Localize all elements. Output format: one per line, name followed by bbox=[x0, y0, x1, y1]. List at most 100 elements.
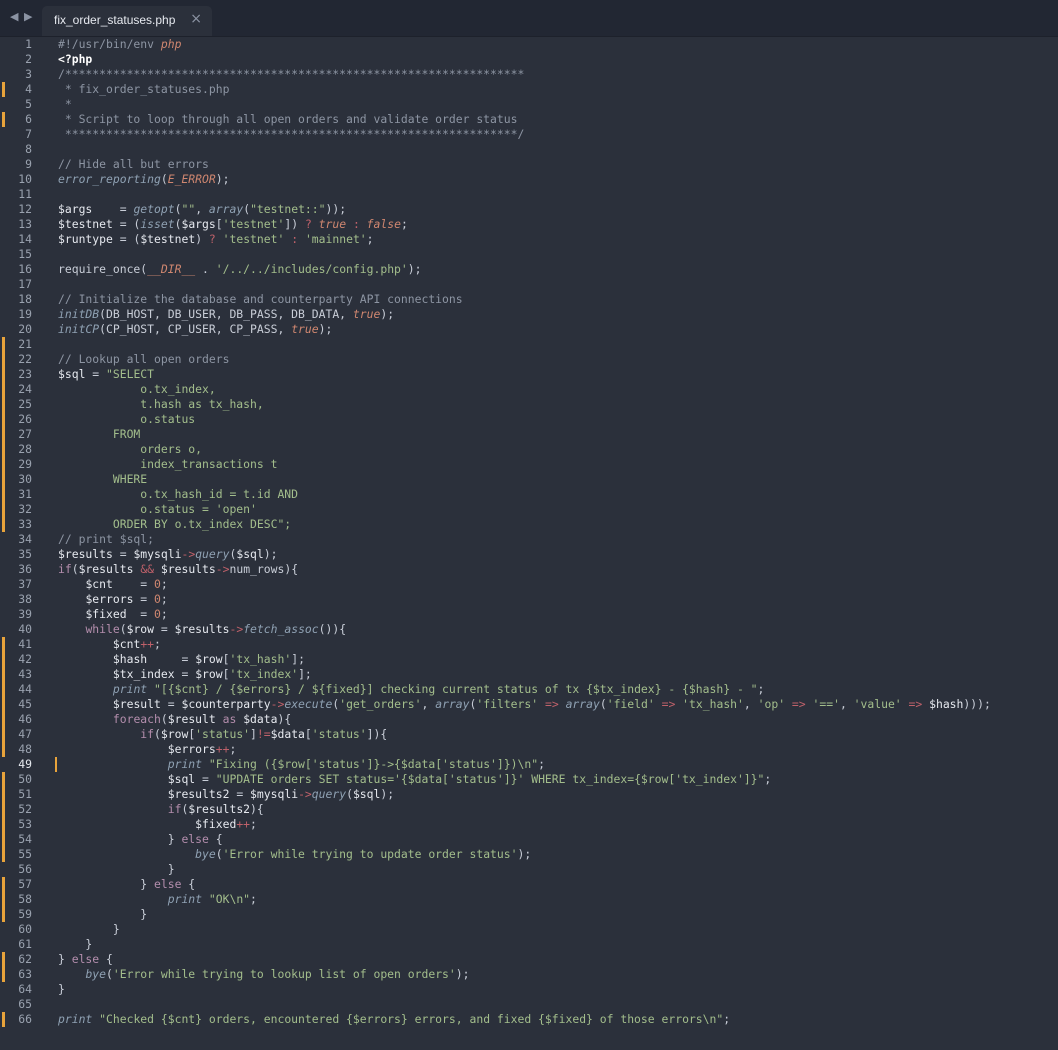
code-line[interactable]: 61 } bbox=[0, 937, 1058, 952]
code-line[interactable]: 20 initCP(CP_HOST, CP_USER, CP_PASS, true… bbox=[0, 322, 1058, 337]
code-line[interactable]: 42 $hash = $row['tx_hash']; bbox=[0, 652, 1058, 667]
code-token: 'value' bbox=[853, 697, 902, 711]
code-line[interactable]: 12 $args = getopt("", array("testnet::"))… bbox=[0, 202, 1058, 217]
code-line[interactable]: 32 o.status = 'open' bbox=[0, 502, 1058, 517]
code-line[interactable]: 46 foreach($result as $data){ bbox=[0, 712, 1058, 727]
code-text: } else { bbox=[58, 952, 113, 967]
code-line[interactable]: 53 $fixed++; bbox=[0, 817, 1058, 832]
code-line[interactable]: 7 **************************************… bbox=[0, 127, 1058, 142]
code-line[interactable]: 10 error_reporting(E_ERROR); bbox=[0, 172, 1058, 187]
code-line[interactable]: 39 $fixed = 0; bbox=[0, 607, 1058, 622]
code-token: '==' bbox=[812, 697, 840, 711]
code-line[interactable]: 33 ORDER BY o.tx_index DESC"; bbox=[0, 517, 1058, 532]
code-text: // print $sql; bbox=[58, 532, 154, 547]
code-token: true bbox=[318, 217, 347, 231]
code-line[interactable]: 45 $result = $counterparty->execute ('get… bbox=[0, 697, 1058, 712]
code-line[interactable]: 64} bbox=[0, 982, 1058, 997]
code-line[interactable]: 17 bbox=[0, 277, 1058, 292]
code-line[interactable]: 49 print "Fixing ({$row['status']}->{$da… bbox=[0, 757, 1058, 772]
code-text: bye('Error while trying to lookup list o… bbox=[58, 967, 469, 982]
code-line[interactable]: 52 if($results2){ bbox=[0, 802, 1058, 817]
code-line[interactable]: 4 * fix_order_statuses.php bbox=[0, 82, 1058, 97]
modified-line-marker bbox=[2, 397, 5, 412]
code-line[interactable]: 27 FROM bbox=[0, 427, 1058, 442]
code-text: $sql = "SELECT bbox=[58, 367, 154, 382]
code-token: 0 bbox=[154, 592, 161, 606]
code-line[interactable]: 65 bbox=[0, 997, 1058, 1012]
code-token: FROM bbox=[58, 427, 141, 441]
close-tab-icon[interactable]: × bbox=[190, 11, 202, 27]
code-line[interactable]: 59 } bbox=[0, 907, 1058, 922]
code-line[interactable]: 40 while($row = $results->fetch_assoc())… bbox=[0, 622, 1058, 637]
code-line[interactable]: 25 t.hash as tx_hash, bbox=[0, 397, 1058, 412]
code-line[interactable]: 37 $cnt = 0; bbox=[0, 577, 1058, 592]
code-line[interactable]: 43 $tx_index = $row['tx_index']; bbox=[0, 667, 1058, 682]
code-line[interactable]: 18 // Initialize the database and counter… bbox=[0, 292, 1058, 307]
code-line[interactable]: 50 $sql = "UPDATE orders SET status='{$d… bbox=[0, 772, 1058, 787]
code-line[interactable]: 22 // Lookup all open orders bbox=[0, 352, 1058, 367]
code-line[interactable]: 14 $runtype = ($testnet) ? 'testnet' : 'm… bbox=[0, 232, 1058, 247]
code-line[interactable]: 47 if($row['status']!=$data['status']){ bbox=[0, 727, 1058, 742]
file-tab[interactable]: fix_order_statuses.php × bbox=[42, 6, 212, 36]
code-line[interactable]: 51 $results2 = $mysqli->query($sql); bbox=[0, 787, 1058, 802]
code-line[interactable]: 56 } bbox=[0, 862, 1058, 877]
code-line[interactable]: 26 o.status bbox=[0, 412, 1058, 427]
code-token: ( bbox=[154, 727, 161, 741]
code-token: 'Error while trying to update order stat… bbox=[222, 847, 518, 861]
code-line[interactable]: 58 print "OK\n"; bbox=[0, 892, 1058, 907]
code-line[interactable]: 15 bbox=[0, 247, 1058, 262]
code-line[interactable]: 16 require_once(__DIR__ . '/../../include… bbox=[0, 262, 1058, 277]
code-line[interactable]: 8 bbox=[0, 142, 1058, 157]
code-line[interactable]: 1 #!/usr/bin/env php bbox=[0, 37, 1058, 52]
code-line[interactable]: 57 } else { bbox=[0, 877, 1058, 892]
code-line[interactable]: 41 $cnt++; bbox=[0, 637, 1058, 652]
line-number: 53 bbox=[18, 817, 32, 831]
code-line[interactable]: 36 if($results && $results->num_rows){ bbox=[0, 562, 1058, 577]
code-line[interactable]: 44 print "[{$cnt} / {$errors} / ${fixed}… bbox=[0, 682, 1058, 697]
code-token: ]; bbox=[298, 667, 312, 681]
code-editor[interactable]: 1 #!/usr/bin/env php 2 <?php 3 /*************… bbox=[0, 37, 1058, 1050]
code-token: 'tx_hash' bbox=[682, 697, 744, 711]
code-line[interactable]: 54 } else { bbox=[0, 832, 1058, 847]
code-line[interactable]: 66 print "Checked {$cnt} orders, encounte… bbox=[0, 1012, 1058, 1027]
modified-line-marker bbox=[2, 727, 5, 742]
code-line[interactable]: 63 bye('Error while trying to lookup lis… bbox=[0, 967, 1058, 982]
code-line[interactable]: 6 * Script to loop through all open orde… bbox=[0, 112, 1058, 127]
code-line[interactable]: 31 o.tx_hash_id = t.id AND bbox=[0, 487, 1058, 502]
code-line[interactable]: 62} else { bbox=[0, 952, 1058, 967]
line-number: 28 bbox=[18, 442, 32, 456]
code-line[interactable]: 13 $testnet = (isset($args['testnet']) ? … bbox=[0, 217, 1058, 232]
code-line[interactable]: 21 bbox=[0, 337, 1058, 352]
code-line[interactable]: 11 bbox=[0, 187, 1058, 202]
code-line[interactable]: 23 $sql = "SELECT bbox=[0, 367, 1058, 382]
line-number: 43 bbox=[18, 667, 32, 681]
modified-line-marker bbox=[2, 667, 5, 682]
code-line[interactable]: 30 WHERE bbox=[0, 472, 1058, 487]
code-line[interactable]: 9 // Hide all but errors bbox=[0, 157, 1058, 172]
code-line[interactable]: 34 // print $sql; bbox=[0, 532, 1058, 547]
nav-forward-icon[interactable]: ▶ bbox=[24, 10, 32, 23]
line-number: 1 bbox=[25, 37, 32, 51]
code-token: ) bbox=[195, 232, 209, 246]
code-line[interactable]: 3 /**************************************… bbox=[0, 67, 1058, 82]
code-line[interactable]: 28 orders o, bbox=[0, 442, 1058, 457]
code-line[interactable]: 5 * bbox=[0, 97, 1058, 112]
code-line[interactable]: 2 <?php bbox=[0, 52, 1058, 67]
line-number: 29 bbox=[18, 457, 32, 471]
nav-back-icon[interactable]: ◀ bbox=[10, 10, 18, 23]
code-line[interactable]: 29 index_transactions t bbox=[0, 457, 1058, 472]
code-line[interactable]: 55 bye('Error while trying to update ord… bbox=[0, 847, 1058, 862]
code-token: => bbox=[544, 697, 559, 711]
code-line[interactable]: 38 $errors = 0; bbox=[0, 592, 1058, 607]
code-text: } bbox=[58, 922, 120, 937]
code-token: = ( bbox=[112, 217, 141, 231]
code-text: $results2 = $mysqli->query($sql); bbox=[58, 787, 394, 802]
code-line[interactable]: 60 } bbox=[0, 922, 1058, 937]
code-token: "SELECT bbox=[106, 367, 155, 381]
code-line[interactable]: 24 o.tx_index, bbox=[0, 382, 1058, 397]
code-line[interactable]: 35 $results = $mysqli->query($sql); bbox=[0, 547, 1058, 562]
code-line[interactable]: 48 $errors++; bbox=[0, 742, 1058, 757]
code-line[interactable]: 19 initDB(DB_HOST, DB_USER, DB_PASS, DB_D… bbox=[0, 307, 1058, 322]
